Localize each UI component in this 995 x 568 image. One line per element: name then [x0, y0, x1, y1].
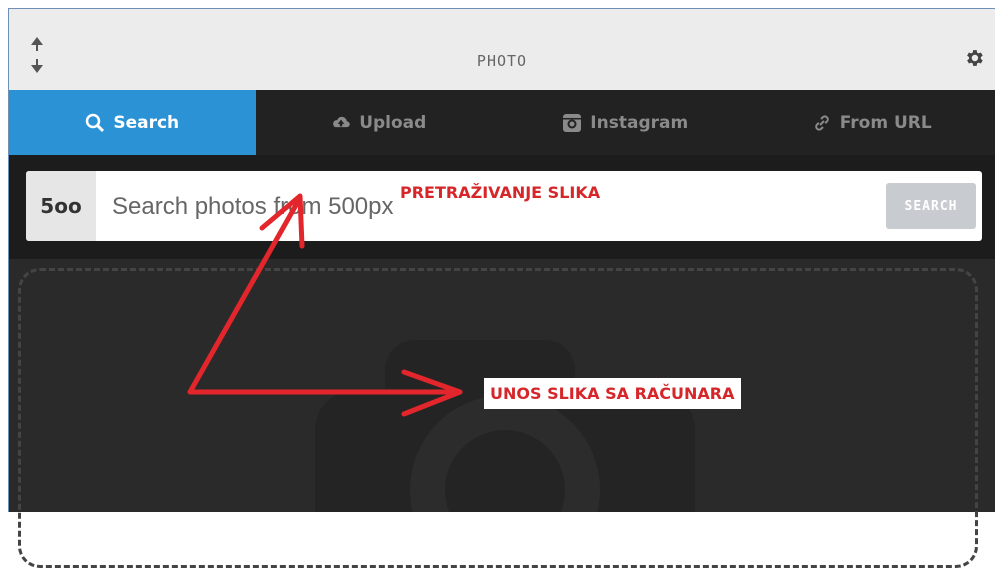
source-tabs: Search Upload Instagram From: [9, 90, 995, 155]
camera-icon: [290, 330, 720, 512]
cloud-upload-icon: [331, 113, 351, 133]
search-annotation: PRETRAŽIVANJE SLIKA: [400, 183, 600, 202]
header-bar: PHOTO: [9, 9, 995, 90]
instagram-icon: [562, 113, 582, 133]
search-icon: [85, 113, 105, 133]
tab-search[interactable]: Search: [9, 90, 256, 155]
tab-upload-label: Upload: [359, 113, 426, 133]
500px-logo: 5oo: [26, 171, 96, 241]
search-box: 5oo SEARCH: [26, 171, 982, 241]
search-row: 5oo SEARCH: [9, 155, 995, 259]
panel-title: PHOTO: [9, 52, 995, 70]
link-icon: [812, 113, 832, 133]
tab-instagram-label: Instagram: [590, 113, 688, 133]
gear-icon[interactable]: [963, 47, 985, 69]
tab-instagram[interactable]: Instagram: [502, 90, 749, 155]
tab-from-url-label: From URL: [840, 113, 932, 133]
tab-from-url[interactable]: From URL: [749, 90, 995, 155]
search-button[interactable]: SEARCH: [886, 183, 976, 229]
tab-search-label: Search: [113, 113, 179, 133]
upload-annotation: UNOS SLIKA SA RAČUNARA: [484, 378, 741, 409]
tab-upload[interactable]: Upload: [256, 90, 503, 155]
